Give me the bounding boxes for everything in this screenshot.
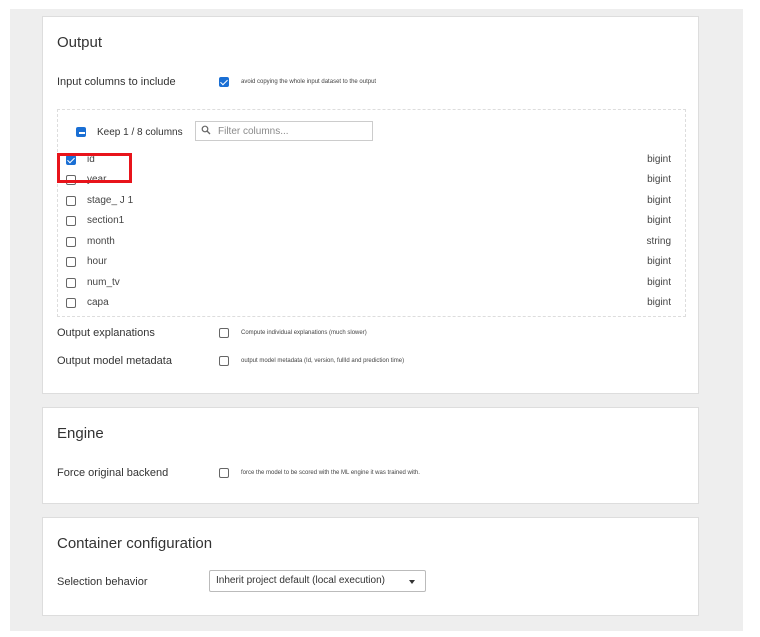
- section-title-output: Output: [57, 34, 103, 51]
- chevron-down-icon: [409, 580, 415, 584]
- column-name: num_tv: [87, 277, 120, 288]
- column-type: bigint: [647, 215, 671, 226]
- column-checkbox[interactable]: [66, 298, 76, 308]
- column-name: month: [87, 236, 115, 247]
- compute-explanations-label: Compute individual explanations (much sl…: [241, 330, 367, 336]
- selection-behavior-value: Inherit project default (local execution…: [216, 575, 385, 586]
- column-row[interactable]: stage_ J 1 bigint: [58, 192, 685, 210]
- column-row[interactable]: capa bigint: [58, 294, 685, 312]
- selection-behavior-select[interactable]: Inherit project default (local execution…: [209, 570, 426, 592]
- highlight-annotation: [57, 153, 132, 183]
- avoid-copy-label: avoid copying the whole input dataset to…: [241, 79, 377, 85]
- filter-columns-input[interactable]: [218, 125, 368, 138]
- column-type: bigint: [647, 154, 671, 165]
- column-row[interactable]: year bigint: [58, 171, 685, 189]
- column-row[interactable]: hour bigint: [58, 253, 685, 271]
- column-name: section1: [87, 215, 125, 226]
- container-section: Container configuration Selection behavi…: [42, 517, 699, 616]
- force-backend-label: Force original backend: [57, 467, 169, 479]
- output-metadata-checkbox[interactable]: [219, 356, 229, 366]
- column-type: bigint: [647, 195, 671, 206]
- column-row[interactable]: num_tv bigint: [58, 274, 685, 292]
- force-backend-checkbox[interactable]: [219, 468, 229, 478]
- output-metadata-label: Output model metadata: [57, 355, 172, 367]
- column-type: bigint: [647, 174, 671, 185]
- section-title-container: Container configuration: [57, 535, 213, 552]
- compute-explanations-checkbox[interactable]: [219, 328, 229, 338]
- column-checkbox[interactable]: [66, 196, 76, 206]
- column-selection-panel: Keep 1 / 8 columns id bigint year bigint: [57, 109, 686, 317]
- selection-behavior-label: Selection behavior: [57, 576, 148, 588]
- column-row[interactable]: id bigint: [58, 151, 685, 169]
- column-row[interactable]: month string: [58, 233, 685, 251]
- column-type: bigint: [647, 277, 671, 288]
- column-name: hour: [87, 256, 108, 267]
- column-type: bigint: [647, 256, 671, 267]
- column-type: bigint: [647, 297, 671, 308]
- settings-page: Output Input columns to include avoid co…: [10, 9, 743, 631]
- keep-columns-label: Keep 1 / 8 columns: [97, 127, 183, 138]
- column-name: capa: [87, 297, 109, 308]
- output-explanations-label: Output explanations: [57, 327, 155, 339]
- filter-columns-field[interactable]: [195, 121, 373, 141]
- column-checkbox[interactable]: [66, 278, 76, 288]
- search-icon: [201, 125, 211, 135]
- column-checkbox[interactable]: [66, 237, 76, 247]
- keep-columns-checkbox[interactable]: [76, 127, 86, 137]
- output-metadata-option-label: output model metadata (Id, version, full…: [241, 358, 405, 364]
- output-section: Output Input columns to include avoid co…: [42, 16, 699, 394]
- force-backend-option-label: force the model to be scored with the ML…: [241, 470, 420, 476]
- column-checkbox[interactable]: [66, 216, 76, 226]
- column-row[interactable]: section1 bigint: [58, 212, 685, 230]
- column-type: string: [646, 236, 671, 247]
- avoid-copy-checkbox[interactable]: [219, 77, 229, 87]
- input-columns-label: Input columns to include: [57, 76, 176, 88]
- column-name: stage_ J 1: [87, 195, 134, 206]
- column-checkbox[interactable]: [66, 257, 76, 267]
- section-title-engine: Engine: [57, 425, 104, 442]
- engine-section: Engine Force original backend force the …: [42, 407, 699, 504]
